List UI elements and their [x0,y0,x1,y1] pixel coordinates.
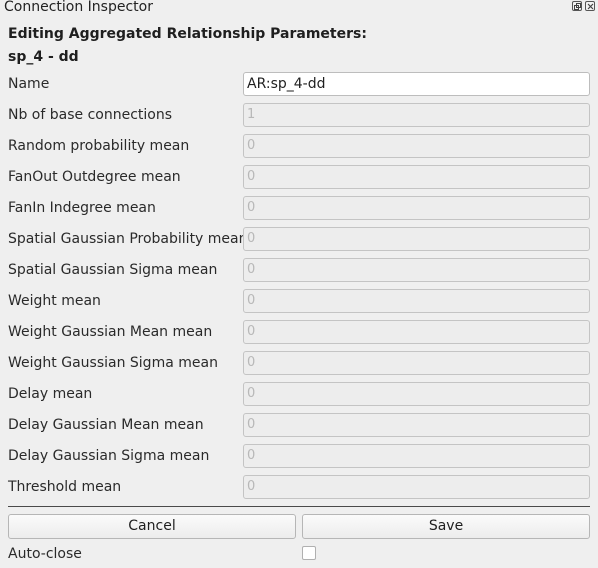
threshold-mean-field: 0 [243,475,590,499]
spatial-gaussian-sigma-mean-label: Spatial Gaussian Sigma mean [8,262,218,278]
delay-gaussian-mean-mean-field: 0 [243,413,590,437]
fanout-outdegree-mean-label: FanOut Outdegree mean [8,169,181,185]
weight-gaussian-sigma-mean-field: 0 [243,351,590,375]
editing-heading: Editing Aggregated Relationship Paramete… [8,26,367,42]
threshold-mean-label: Threshold mean [8,479,122,495]
random-probability-mean-field: 0 [243,134,590,158]
name-label: Name [8,76,50,92]
nb-of-base-connections-label: Nb of base connections [8,107,173,123]
delay-gaussian-sigma-mean-field: 0 [243,444,590,468]
weight-gaussian-mean-mean-field: 0 [243,320,590,344]
auto-close-checkbox[interactable] [302,546,316,560]
spatial-gaussian-sigma-mean-field: 0 [243,258,590,282]
weight-mean-label: Weight mean [8,293,101,309]
save-button[interactable]: Save [302,514,590,539]
nb-of-base-connections-field: 1 [243,103,590,127]
fanin-indegree-mean-label: FanIn Indegree mean [8,200,156,216]
fanin-indegree-mean-field: 0 [243,196,590,220]
spatial-gaussian-probability-mean-label: Spatial Gaussian Probability mean [8,231,248,247]
delay-gaussian-mean-mean-label: Delay Gaussian Mean mean [8,417,204,433]
connection-inspector-window: Connection Inspector Editing Aggregated … [0,0,598,568]
title-bar: Connection Inspector [0,0,598,16]
delay-gaussian-sigma-mean-label: Delay Gaussian Sigma mean [8,448,210,464]
weight-gaussian-mean-mean-label: Weight Gaussian Mean mean [8,324,213,340]
weight-gaussian-sigma-mean-label: Weight Gaussian Sigma mean [8,355,218,371]
auto-close-label: Auto-close [8,546,82,562]
delay-mean-field: 0 [243,382,590,406]
random-probability-mean-label: Random probability mean [8,138,190,154]
name-field[interactable]: AR:sp_4-dd [243,72,590,96]
relationship-name-heading: sp_4 - dd [8,49,79,65]
fanout-outdegree-mean-field: 0 [243,165,590,189]
spatial-gaussian-probability-mean-field: 0 [243,227,590,251]
delay-mean-label: Delay mean [8,386,93,402]
float-window-icon[interactable] [572,1,582,11]
window-title: Connection Inspector [4,0,153,15]
cancel-button[interactable]: Cancel [8,514,296,539]
weight-mean-field: 0 [243,289,590,313]
separator-line [8,506,590,507]
close-window-icon[interactable] [585,1,595,11]
